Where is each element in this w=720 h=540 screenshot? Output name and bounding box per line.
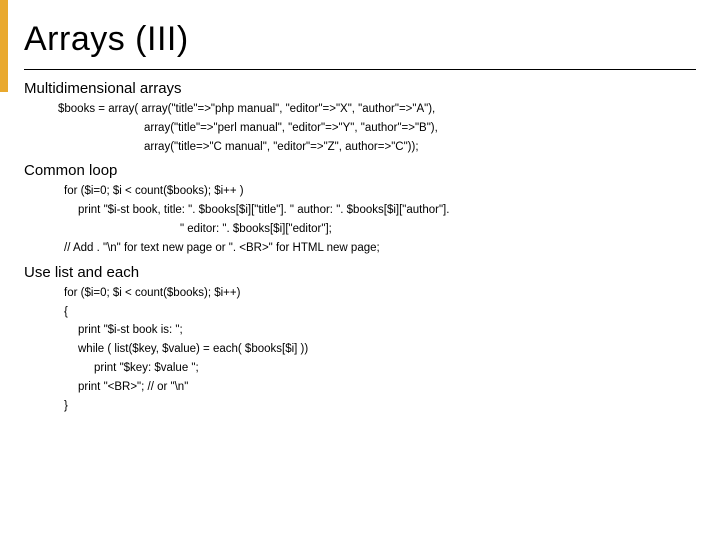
code-line: $books = array( array("title"=>"php manu…	[24, 101, 696, 119]
code-line: // Add . "\n" for text new page or ". <B…	[24, 240, 696, 258]
title-underline	[24, 69, 696, 70]
code-line: print "$i-st book is: ";	[24, 322, 696, 340]
code-line: array("title"=>"perl manual", "editor"=>…	[24, 120, 696, 138]
code-line: {	[24, 304, 696, 322]
slide: Arrays (III) Multidimensional arrays $bo…	[0, 0, 720, 540]
code-line: " editor: ". $books[$i]["editor"];	[24, 221, 696, 239]
code-line: while ( list($key, $value) = each( $book…	[24, 341, 696, 359]
section-heading-list-each: Use list and each	[24, 264, 696, 281]
section-heading-common-loop: Common loop	[24, 162, 696, 179]
code-line: for ($i=0; $i < count($books); $i++ )	[24, 183, 696, 201]
code-line: print "$key: $value ";	[24, 360, 696, 378]
code-line: print "<BR>"; // or "\n"	[24, 379, 696, 397]
slide-title: Arrays (III)	[24, 20, 696, 59]
code-line: print "$i-st book, title: ". $books[$i][…	[24, 202, 696, 220]
accent-bar	[0, 0, 8, 92]
code-line: array("title=>"C manual", "editor"=>"Z",…	[24, 139, 696, 157]
code-line: }	[24, 398, 696, 416]
code-line: for ($i=0; $i < count($books); $i++)	[24, 285, 696, 303]
section-heading-multidimensional: Multidimensional arrays	[24, 80, 696, 97]
